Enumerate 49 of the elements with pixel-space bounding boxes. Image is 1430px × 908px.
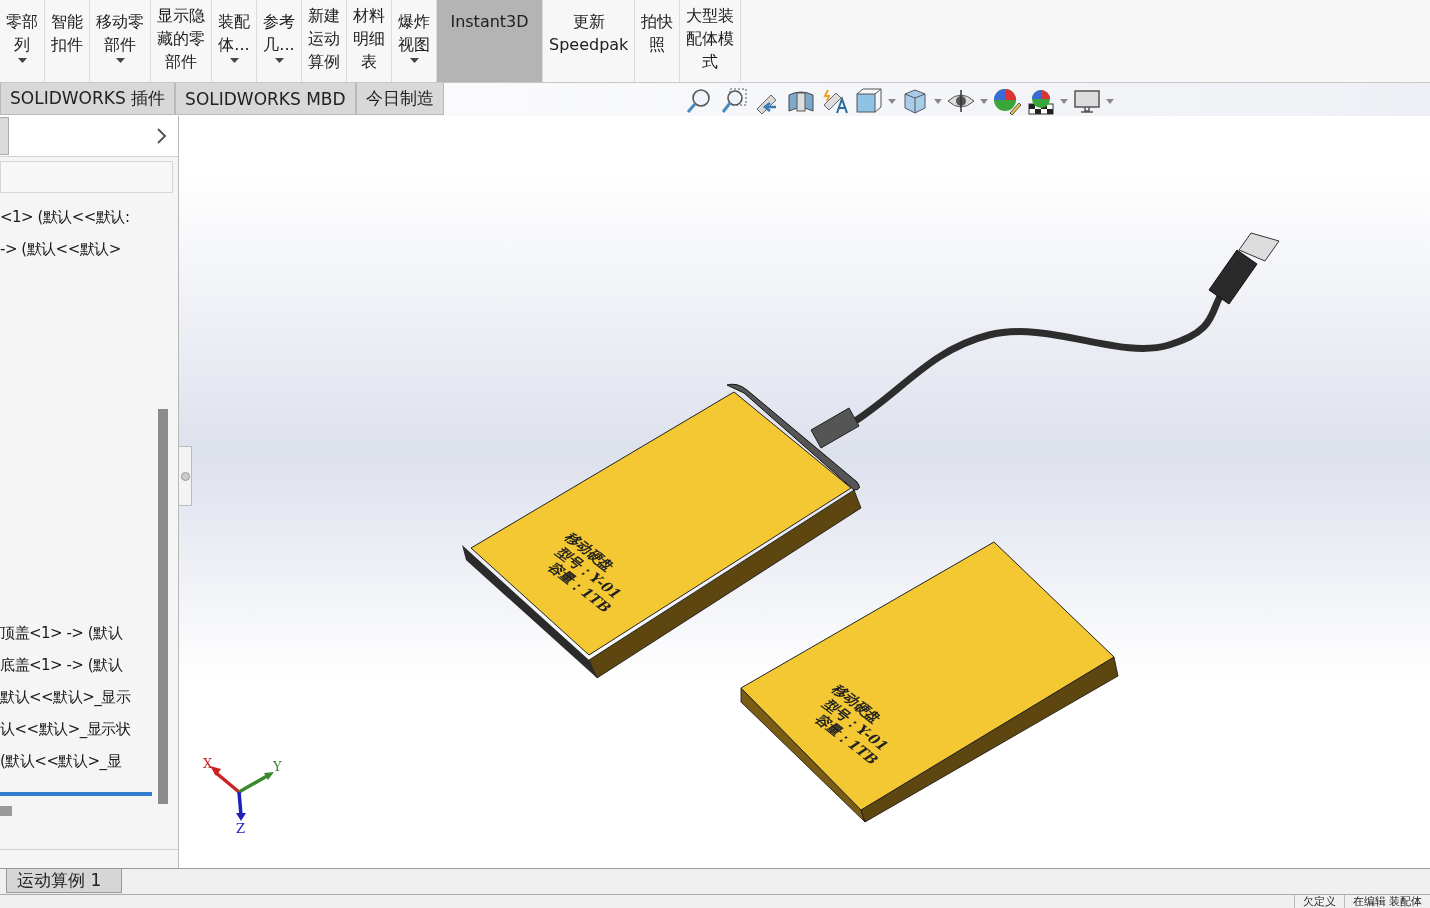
ribbon-button[interactable]: 显示隐 藏的零 部件 — [151, 0, 212, 82]
status-text: 在编辑 装配体 — [1343, 895, 1430, 908]
tree-item[interactable]: 默认<<默认>_显示 — [0, 681, 152, 713]
axis-label: Y — [273, 759, 282, 774]
ribbon-button[interactable]: 移动零 部件 — [90, 0, 151, 82]
caret-icon[interactable] — [933, 98, 942, 104]
ribbon-button[interactable]: 大型装 配体模 式 — [680, 0, 742, 82]
scene-icon[interactable] — [1025, 87, 1056, 115]
caret-icon[interactable] — [1059, 98, 1068, 104]
caret-icon[interactable] — [1105, 98, 1114, 104]
splitter-handle[interactable] — [179, 446, 192, 506]
motion-study-tab[interactable]: 运动算例 1 — [6, 869, 123, 893]
ribbon-button[interactable]: Instant3D — [437, 0, 543, 82]
cube-icon[interactable] — [853, 87, 884, 115]
ribbon-button[interactable]: 智能 扣件 — [45, 0, 90, 82]
ribbon-button[interactable]: 拍快 照 — [635, 0, 681, 82]
ribbon-button[interactable]: 更新 Speedpak — [543, 0, 636, 82]
color-ball-icon[interactable] — [991, 87, 1022, 115]
command-tab[interactable]: SOLIDWORKS MBD — [175, 83, 356, 115]
tree-item[interactable]: -> (默认<<默认> — [0, 233, 152, 265]
caret-icon — [17, 58, 27, 63]
ribbon-button[interactable]: 装配 体... — [212, 0, 257, 82]
tree-item[interactable]: 底盖<1> -> (默认 — [0, 649, 152, 681]
tree-item[interactable]: 认<<默认>_显示状 — [0, 713, 152, 745]
ribbon-button[interactable]: 参考 几... — [257, 0, 302, 82]
tree-item[interactable]: 顶盖<1> -> (默认 — [0, 617, 152, 649]
scrollbar-thumb[interactable] — [158, 409, 168, 804]
monitor-icon[interactable] — [1071, 87, 1102, 115]
caret-icon — [115, 58, 125, 63]
ribbon-button[interactable]: 零部 列 — [0, 0, 45, 82]
status-text: 欠定义 — [1293, 895, 1344, 908]
scrollbar-thumb[interactable] — [0, 806, 12, 816]
command-tab[interactable]: 今日制造 — [355, 83, 444, 115]
ribbon-button[interactable]: 新建 运动 算例 — [302, 0, 347, 82]
ribbon-button[interactable]: 材料 明细 表 — [347, 0, 392, 82]
axis-label: Z — [236, 821, 246, 836]
caret-icon — [274, 58, 284, 63]
tree-item[interactable]: <1> (默认<<默认: — [0, 201, 152, 233]
axis-label: X — [203, 756, 213, 771]
tree-item[interactable]: (默认<<默认>_显 — [0, 745, 152, 777]
command-tab[interactable]: SOLIDWORKS 插件 — [0, 83, 176, 115]
caret-icon — [409, 58, 419, 63]
caret-icon[interactable] — [979, 98, 988, 104]
filter-field[interactable] — [0, 161, 173, 193]
axis-triad-drawing — [210, 766, 274, 821]
caret-icon[interactable] — [887, 98, 896, 104]
eye-icon[interactable] — [945, 87, 976, 115]
chevron-right-icon[interactable] — [156, 127, 168, 145]
caret-icon — [229, 58, 239, 63]
